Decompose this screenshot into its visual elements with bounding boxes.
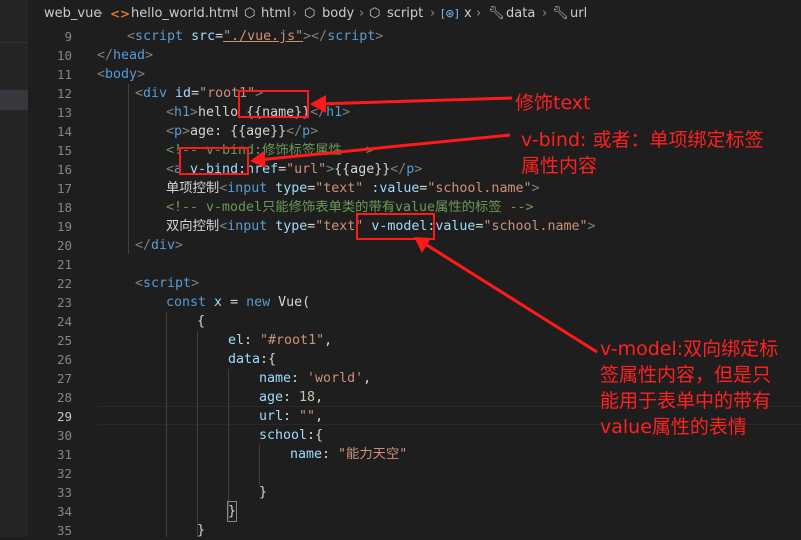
arrow-vbind [257, 133, 511, 162]
annotation-vmodel-line: 签属性内容，但是只 [600, 364, 772, 386]
annotation-vmodel-line: 能用于表单中的带有 [600, 390, 772, 412]
arrow-vmodel [421, 240, 598, 354]
annotation-vbind: v-bind: 或者：单项绑定标签 属性内容 [521, 127, 763, 179]
arrow-name-head [310, 95, 326, 113]
annotation-modify-text: 修饰text [515, 92, 591, 114]
annotation-vmodel-line: v-model:双向绑定标 [600, 338, 779, 360]
annotation-vmodel-line: value属性的表情 [600, 416, 747, 438]
annotation-vbind-line: 属性内容 [521, 155, 598, 177]
annotation-arrows [250, 95, 598, 354]
arrow-name [317, 96, 513, 106]
annotation-vbind-line: v-bind: 或者：单项绑定标签 [521, 129, 764, 151]
arrow-vbind-head [250, 151, 266, 168]
annotation-vmodel: v-model:双向绑定标 签属性内容，但是只 能用于表单中的带有 value属… [600, 336, 778, 440]
